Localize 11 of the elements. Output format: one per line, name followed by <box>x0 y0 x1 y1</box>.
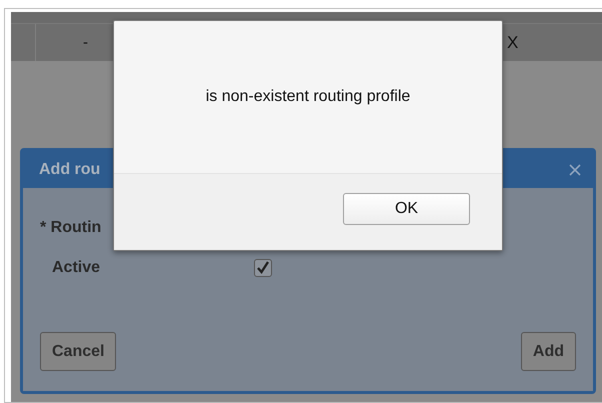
field-label: * Routin <box>40 219 102 237</box>
table-cell-text: - <box>83 34 89 51</box>
field-label: Active <box>51 259 102 277</box>
table-cell: X <box>507 32 518 52</box>
ok-button[interactable]: OK <box>343 193 470 225</box>
add-button[interactable]: Add <box>520 332 576 371</box>
alert-message: is non-existent routing profile <box>206 88 410 106</box>
cancel-button[interactable]: Cancel <box>40 332 116 371</box>
close-icon[interactable] <box>569 164 581 176</box>
dialog-title: Add rou <box>39 160 100 178</box>
active-checkbox[interactable] <box>254 259 272 277</box>
